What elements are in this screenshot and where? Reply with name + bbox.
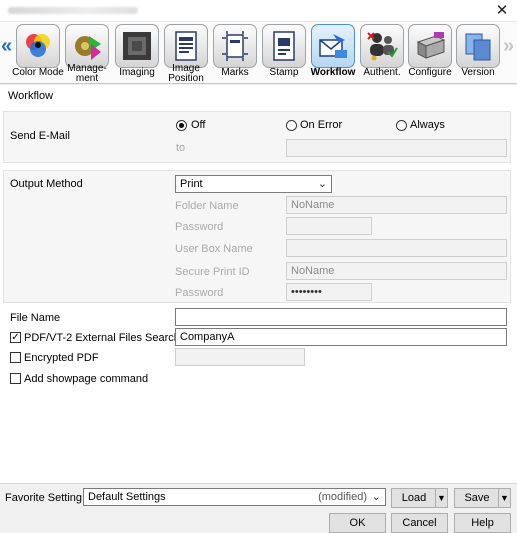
pdf-search-label: PDF/VT-2 External Files Search <box>24 332 180 344</box>
footer-bar: Favorite Setting Default Settings (modif… <box>0 483 517 533</box>
email-to-field[interactable] <box>286 139 507 157</box>
password-label: Password <box>175 221 224 233</box>
folder-name-label: Folder Name <box>175 200 239 212</box>
secure-print-id-label: Secure Print ID <box>175 266 250 278</box>
tab-color-mode[interactable]: Color Mode <box>12 23 64 83</box>
document-position-icon <box>164 24 208 68</box>
scroll-left-icon[interactable]: « <box>1 36 12 56</box>
imaging-icon <box>115 24 159 68</box>
cancel-button[interactable]: Cancel <box>391 513 448 533</box>
title-bar: ✕ <box>0 0 517 22</box>
file-name-label: File Name <box>10 312 61 324</box>
tab-management[interactable]: Manage- ment <box>63 23 111 84</box>
category-toolbar: « Color Mode Manage- ment Imaging Image … <box>0 22 517 84</box>
chevron-down-icon: ⌄ <box>317 178 327 190</box>
tab-configure[interactable]: Configure <box>406 23 454 83</box>
workflow-panel: Workflow Send E-Mail Off On Error Always… <box>0 85 517 483</box>
tab-label: Version <box>461 67 495 78</box>
version-icon <box>456 24 500 68</box>
color-circles-icon <box>16 24 60 68</box>
save-button-label: Save <box>464 492 490 504</box>
radio-always-label: Always <box>410 119 445 131</box>
radio-off[interactable] <box>176 120 187 131</box>
tab-authent[interactable]: Authent. <box>358 23 406 83</box>
radio-always[interactable] <box>396 120 407 131</box>
user-box-name-field[interactable] <box>286 239 507 257</box>
chevron-down-icon: ⌄ <box>371 491 381 503</box>
tab-stamp[interactable]: Stamp <box>260 23 308 83</box>
radio-on-error-label: On Error <box>300 119 343 131</box>
send-email-group: Send E-Mail Off On Error Always to <box>3 111 511 163</box>
encrypted-pdf-checkbox[interactable] <box>10 352 21 363</box>
close-icon[interactable]: ✕ <box>487 0 517 22</box>
load-button-label: Load <box>401 492 427 504</box>
output-method-label: Output Method <box>10 178 83 190</box>
user-box-name-label: User Box Name <box>175 243 253 255</box>
encrypted-pdf-label: Encrypted PDF <box>24 352 99 364</box>
pdf-search-checkbox[interactable]: ✓ <box>10 332 21 343</box>
gear-play-icon <box>65 24 109 68</box>
tab-image-position[interactable]: Image Position <box>162 23 210 84</box>
showpage-checkbox[interactable] <box>10 373 21 384</box>
window-title-blurred <box>8 7 138 14</box>
radio-on-error[interactable] <box>286 120 297 131</box>
section-title: Workflow <box>8 90 54 102</box>
tab-imaging[interactable]: Imaging <box>113 23 161 83</box>
stamp-icon <box>262 24 306 68</box>
send-email-label: Send E-Mail <box>10 130 70 142</box>
favorite-setting-label: Favorite Setting <box>5 492 83 504</box>
favorite-setting-value: Default Settings <box>88 491 166 503</box>
password2-label: Password <box>175 287 224 299</box>
password-field[interactable] <box>286 217 372 235</box>
to-label: to <box>176 142 186 154</box>
encrypted-pdf-field[interactable] <box>175 348 305 366</box>
save-button[interactable]: Save ▼ <box>454 488 511 508</box>
favorite-setting-select[interactable]: Default Settings (modified) ⌄ <box>83 488 386 506</box>
showpage-label: Add showpage command <box>24 373 149 385</box>
workflow-envelope-icon <box>311 24 355 68</box>
scroll-right-icon[interactable]: » <box>503 36 514 56</box>
load-button[interactable]: Load ▼ <box>391 488 448 508</box>
tab-version[interactable]: Version <box>454 23 502 83</box>
radio-off-label: Off <box>191 119 206 131</box>
output-method-group: Output Method Print ⌄ Folder Name NoName… <box>3 170 511 303</box>
pdf-search-field[interactable]: CompanyA <box>175 328 507 346</box>
password2-field[interactable]: •••••••• <box>286 283 372 301</box>
tab-marks[interactable]: Marks <box>211 23 259 83</box>
output-method-select[interactable]: Print ⌄ <box>175 175 332 193</box>
users-key-icon <box>360 24 404 68</box>
save-dropdown-icon[interactable]: ▼ <box>498 489 510 507</box>
favorite-modified-text: (modified) <box>318 491 367 503</box>
secure-print-id-field[interactable]: NoName <box>286 262 507 280</box>
folder-name-field[interactable]: NoName <box>286 196 507 214</box>
file-name-field[interactable] <box>175 308 507 326</box>
tab-workflow[interactable]: Workflow <box>309 23 357 83</box>
ok-button[interactable]: OK <box>329 513 386 533</box>
load-dropdown-icon[interactable]: ▼ <box>435 489 447 507</box>
help-button[interactable]: Help <box>454 513 511 533</box>
crop-marks-icon <box>213 24 257 68</box>
output-method-value: Print <box>180 178 203 190</box>
printer-configure-icon <box>408 24 452 68</box>
